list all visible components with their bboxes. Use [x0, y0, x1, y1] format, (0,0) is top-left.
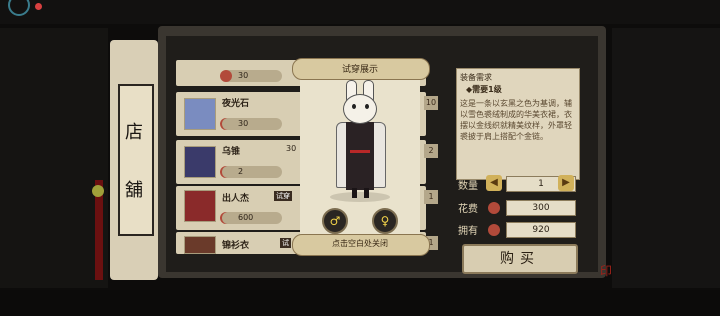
character-shadow	[330, 192, 390, 202]
coin-icon	[488, 202, 500, 214]
item-price: 30	[238, 119, 249, 128]
item-name: 夜光石	[222, 99, 250, 109]
shop-title-char-2: 舖	[125, 180, 143, 201]
coin-icon	[488, 224, 500, 236]
item-name: 乌锥	[222, 147, 241, 157]
owned-value: 920	[506, 222, 576, 238]
decorative-seal-icon: 印	[600, 264, 613, 278]
item-count-tab: 2	[424, 144, 438, 158]
detail-description: 这是一条以玄黑之色为基调，辅以雪色裘绒制成的华美衣裙，衣摆以金线织就精美纹样，外…	[460, 99, 572, 141]
item-price-bar	[222, 118, 282, 130]
item-qty-bar	[222, 166, 282, 178]
item-count-tab: 1	[424, 190, 438, 204]
detail-title: 装备需求	[460, 73, 492, 82]
tassel-knot	[92, 185, 104, 197]
coin-icon	[220, 70, 232, 82]
shop-title-char-1: 店	[125, 122, 143, 143]
item-price: 30	[238, 71, 249, 80]
left-background-panel	[0, 28, 108, 288]
male-gender-button[interactable]: ♂	[322, 208, 348, 234]
popup-title: 试穿展示	[341, 65, 378, 75]
luminous-stone-icon	[184, 98, 216, 130]
quantity-increase-button[interactable]: ▶	[558, 175, 574, 191]
item-price: 600	[238, 213, 254, 222]
detail-requirement: ◆需要1级	[466, 85, 502, 94]
item-qty: 2	[238, 167, 244, 176]
character-leg	[364, 188, 369, 198]
item-price: 30	[286, 144, 297, 153]
shop-title-plaque	[118, 84, 154, 236]
item-name: 锦衫衣	[222, 241, 250, 251]
bottom-hud-bar	[0, 290, 720, 316]
character-eye	[352, 104, 356, 109]
cost-value: 300	[506, 200, 576, 216]
character-dress	[346, 122, 374, 190]
outfit-icon	[184, 190, 216, 222]
robe-icon	[184, 236, 216, 254]
top-hud-bar	[0, 0, 720, 24]
black-horse-icon	[184, 146, 216, 178]
character-rabbit-head	[343, 94, 377, 124]
owned-label: 拥有	[458, 226, 478, 237]
right-background-panel	[612, 28, 720, 288]
female-gender-button[interactable]: ♀	[372, 208, 398, 234]
quantity-label: 数量	[458, 181, 478, 192]
buy-button[interactable]: 购买	[462, 244, 578, 274]
item-count-tab: 10	[424, 96, 438, 110]
cost-label: 花费	[458, 204, 478, 215]
character-eye	[365, 104, 369, 109]
quantity-decrease-button[interactable]: ◀	[486, 175, 502, 191]
try-on-badge[interactable]: 试穿	[274, 191, 292, 201]
character-leg	[352, 188, 357, 198]
character-belt	[350, 150, 370, 153]
try-on-badge[interactable]: 试	[280, 238, 291, 248]
item-name: 出人杰	[222, 194, 250, 204]
notification-dot-icon	[35, 3, 42, 10]
popup-close-hint[interactable]: 点击空白处关闭	[292, 238, 428, 249]
